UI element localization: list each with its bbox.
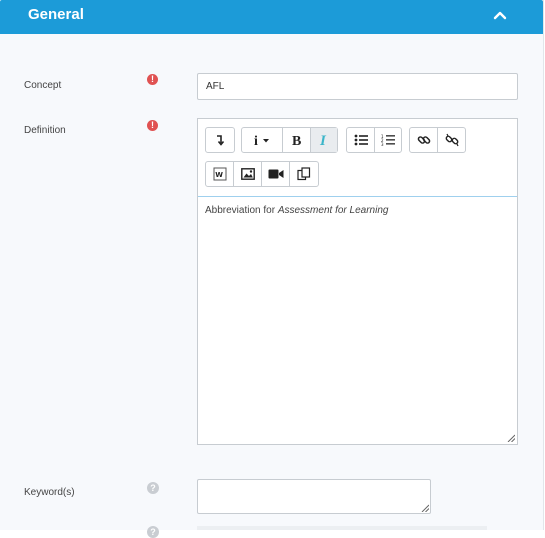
concept-label: Concept bbox=[24, 80, 62, 91]
insert-image-button[interactable] bbox=[234, 162, 262, 186]
manage-files-button[interactable] bbox=[290, 162, 318, 186]
definition-text: Abbreviation for bbox=[205, 205, 278, 216]
editor-toolbar: i B I 1 2 3 W bbox=[198, 119, 517, 197]
keywords-textarea[interactable] bbox=[197, 479, 431, 514]
definition-editor: i B I 1 2 3 W Abbreviation for Assessmen… bbox=[197, 118, 518, 445]
svg-text:i: i bbox=[254, 134, 258, 147]
editor-content[interactable]: Abbreviation for Assessment for Learning bbox=[205, 205, 388, 216]
toolbar-group-media: W bbox=[205, 161, 319, 187]
collapse-chevron-icon[interactable] bbox=[489, 5, 511, 25]
concept-input[interactable] bbox=[197, 73, 518, 100]
arrow-down-icon bbox=[217, 135, 225, 146]
help-icon[interactable]: ? bbox=[147, 482, 159, 494]
next-field-input[interactable] bbox=[197, 526, 487, 530]
resize-handle-icon[interactable] bbox=[421, 504, 429, 512]
general-section: General Concept ! Definition ! bbox=[0, 0, 544, 538]
bold-icon: B bbox=[292, 134, 301, 147]
insert-media-button[interactable] bbox=[262, 162, 290, 186]
toolbar-group-format: i B I bbox=[241, 127, 338, 153]
numbered-list-icon: 1 2 3 bbox=[381, 134, 395, 146]
info-dropdown-icon: i bbox=[254, 134, 269, 147]
italic-icon: I bbox=[319, 133, 327, 147]
required-icon: ! bbox=[147, 120, 158, 131]
unlink-button[interactable] bbox=[438, 128, 465, 152]
unordered-list-button[interactable] bbox=[347, 128, 375, 152]
link-icon bbox=[417, 136, 430, 144]
help-icon[interactable]: ? bbox=[147, 526, 159, 538]
italic-button[interactable]: I bbox=[311, 128, 337, 152]
definition-italic-text: Assessment for Learning bbox=[277, 205, 389, 216]
toolbar-group-lists: 1 2 3 bbox=[346, 127, 402, 153]
word-icon: W bbox=[213, 167, 226, 181]
ordered-list-button[interactable]: 1 2 3 bbox=[375, 128, 401, 152]
svg-text:W: W bbox=[215, 171, 223, 179]
paragraph-styles-button[interactable]: i bbox=[242, 128, 283, 152]
resize-handle-icon[interactable] bbox=[507, 434, 515, 442]
copy-files-icon bbox=[297, 167, 311, 181]
show-more-buttons-button[interactable] bbox=[206, 128, 234, 152]
bullet-list-icon bbox=[354, 134, 368, 146]
image-icon bbox=[240, 168, 255, 180]
bold-button[interactable]: B bbox=[283, 128, 311, 152]
unlink-icon bbox=[445, 133, 459, 147]
section-header[interactable]: General bbox=[0, 0, 543, 34]
toolbar-group-links bbox=[409, 127, 466, 153]
svg-text:B: B bbox=[292, 134, 301, 147]
paste-from-word-button[interactable]: W bbox=[206, 162, 234, 186]
keywords-label: Keyword(s) bbox=[24, 487, 75, 498]
svg-text:3: 3 bbox=[381, 142, 384, 146]
link-button[interactable] bbox=[410, 128, 438, 152]
svg-text:I: I bbox=[319, 133, 327, 147]
definition-label: Definition bbox=[24, 125, 66, 136]
required-icon: ! bbox=[147, 74, 158, 85]
toolbar-group-toggle bbox=[205, 127, 235, 153]
section-title: General bbox=[28, 6, 84, 23]
video-camera-icon bbox=[268, 169, 283, 179]
